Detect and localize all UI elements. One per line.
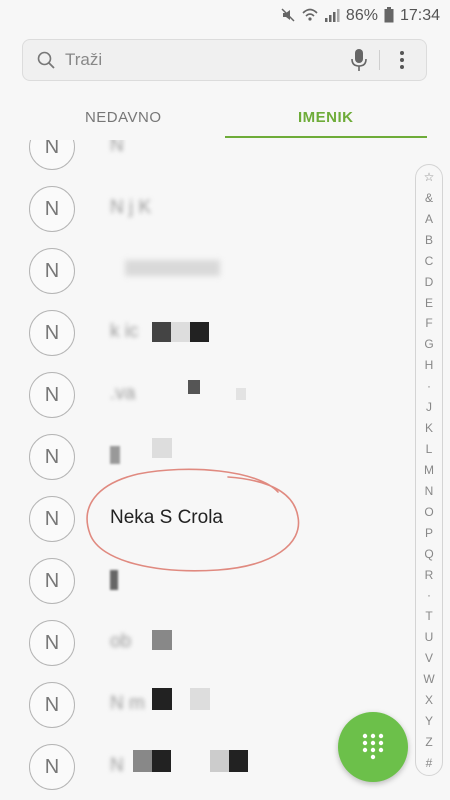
index-letter[interactable]: X bbox=[425, 694, 433, 706]
index-letter[interactable]: Z bbox=[425, 736, 432, 748]
battery-level: 86% bbox=[345, 7, 378, 24]
redaction-block bbox=[152, 750, 171, 772]
index-letter[interactable]: U bbox=[425, 631, 434, 643]
dialpad-button[interactable] bbox=[338, 712, 408, 782]
index-letter[interactable]: K bbox=[425, 422, 433, 434]
more-options-icon[interactable] bbox=[390, 51, 414, 69]
list-item[interactable]: N Neka S Crola bbox=[0, 488, 410, 550]
list-item[interactable]: N .va bbox=[0, 364, 410, 426]
contact-name: ob bbox=[110, 631, 132, 652]
redaction-block bbox=[190, 322, 209, 342]
index-letter[interactable]: Q bbox=[424, 548, 433, 560]
avatar: N bbox=[29, 620, 75, 666]
index-letter[interactable]: O bbox=[424, 506, 433, 518]
avatar: N bbox=[29, 310, 75, 356]
list-item[interactable]: N bbox=[0, 426, 410, 488]
clock: 17:34 bbox=[399, 7, 440, 24]
redaction-block bbox=[236, 388, 246, 400]
redaction-block bbox=[133, 750, 152, 772]
redaction-block bbox=[171, 322, 190, 342]
index-letter[interactable]: F bbox=[425, 317, 432, 329]
battery-icon bbox=[384, 6, 394, 26]
index-letter[interactable]: P bbox=[425, 527, 433, 539]
redaction-block bbox=[210, 750, 229, 772]
search-bar[interactable] bbox=[22, 39, 427, 81]
redaction-block bbox=[110, 446, 120, 464]
redaction-block bbox=[229, 750, 248, 772]
dialpad-icon bbox=[362, 733, 384, 760]
redaction-block bbox=[152, 630, 172, 650]
index-letter[interactable]: & bbox=[425, 192, 433, 204]
index-letter[interactable]: G bbox=[424, 338, 433, 350]
microphone-icon[interactable] bbox=[349, 48, 369, 72]
index-letter[interactable]: C bbox=[425, 255, 434, 267]
tab-contacts[interactable]: IMENIK bbox=[224, 96, 428, 138]
status-bar: 86% 17:34 bbox=[0, 0, 450, 32]
avatar: N bbox=[29, 248, 75, 294]
avatar: N bbox=[29, 186, 75, 232]
redaction-block bbox=[152, 438, 172, 458]
index-letter[interactable]: # bbox=[426, 757, 433, 769]
redaction-block bbox=[188, 380, 200, 394]
list-item[interactable]: N ob bbox=[0, 612, 410, 674]
contact-name: N bbox=[110, 140, 124, 156]
contact-name: Neka S Crola bbox=[110, 507, 223, 528]
index-letter[interactable]: W bbox=[423, 673, 434, 685]
index-letter[interactable]: ☆ bbox=[424, 171, 435, 183]
redaction-block bbox=[110, 570, 118, 590]
contact-list[interactable]: N N N N j K N N k ic N .va N N Neka S Cr… bbox=[0, 140, 410, 800]
avatar: N bbox=[29, 682, 75, 728]
list-item[interactable]: N bbox=[0, 550, 410, 612]
contact-name: N m bbox=[110, 693, 145, 714]
list-item[interactable]: N N bbox=[0, 140, 410, 178]
avatar: N bbox=[29, 558, 75, 604]
list-item[interactable]: N k ic bbox=[0, 302, 410, 364]
redaction-block bbox=[190, 688, 210, 710]
index-letter[interactable]: B bbox=[425, 234, 433, 246]
index-letter[interactable]: · bbox=[427, 589, 431, 601]
list-item[interactable]: N bbox=[0, 240, 410, 302]
index-letter[interactable]: L bbox=[426, 443, 433, 455]
list-item[interactable]: N N j K bbox=[0, 178, 410, 240]
avatar: N bbox=[29, 496, 75, 542]
index-letter[interactable]: A bbox=[425, 213, 433, 225]
index-letter[interactable]: J bbox=[426, 401, 432, 413]
redaction-block bbox=[152, 688, 172, 710]
index-letter[interactable]: V bbox=[425, 652, 433, 664]
search-input[interactable] bbox=[63, 49, 349, 71]
avatar: N bbox=[29, 372, 75, 418]
contact-name: k ic bbox=[110, 321, 139, 342]
alphabet-index[interactable]: ☆ & A B C D E F G H · J K L M N O P Q R · T U V W X Y Z # bbox=[415, 164, 443, 776]
index-letter[interactable]: N bbox=[425, 485, 434, 497]
index-letter[interactable]: T bbox=[425, 610, 432, 622]
wifi-icon bbox=[302, 7, 318, 26]
divider bbox=[379, 50, 380, 70]
index-letter[interactable]: M bbox=[424, 464, 434, 476]
index-letter[interactable]: · bbox=[427, 380, 431, 392]
mute-icon bbox=[280, 7, 296, 26]
tab-bar: NEDAVNO IMENIK bbox=[22, 96, 427, 138]
redaction-block bbox=[152, 322, 171, 342]
contact-name: N bbox=[110, 755, 124, 776]
signal-icon bbox=[324, 7, 340, 26]
contact-name: .va bbox=[110, 383, 136, 404]
index-letter[interactable]: E bbox=[425, 297, 433, 309]
index-letter[interactable]: H bbox=[425, 359, 434, 371]
avatar: N bbox=[29, 140, 75, 170]
index-letter[interactable]: R bbox=[425, 569, 434, 581]
avatar: N bbox=[29, 434, 75, 480]
redaction-block bbox=[125, 260, 220, 276]
index-letter[interactable]: Y bbox=[425, 715, 433, 727]
contact-name: N j K bbox=[110, 197, 152, 218]
index-letter[interactable]: D bbox=[425, 276, 434, 288]
tab-recent[interactable]: NEDAVNO bbox=[22, 96, 225, 138]
avatar: N bbox=[29, 744, 75, 790]
search-icon bbox=[37, 51, 55, 69]
